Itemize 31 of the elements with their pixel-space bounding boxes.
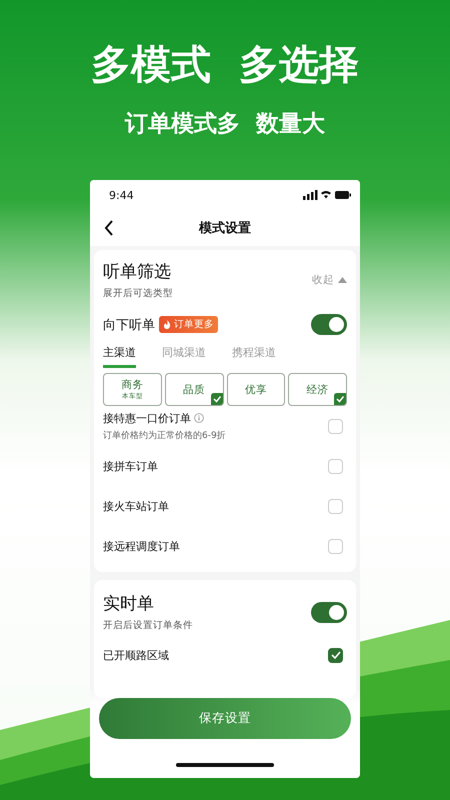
- headline: 多模式 多选择: [91, 42, 359, 88]
- toggle-switch[interactable]: [311, 314, 347, 335]
- check-icon: [210, 393, 222, 405]
- promo-badge: 订单更多: [159, 316, 218, 333]
- car-type-chip[interactable]: 品质: [164, 373, 224, 406]
- subheadline: 订单模式多 数量大: [124, 110, 325, 138]
- option-note: 订单价格约为正常价格的6-9折: [103, 430, 226, 442]
- car-type-chip[interactable]: 经济: [288, 373, 347, 406]
- info-icon[interactable]: [194, 413, 204, 423]
- car-type-chip[interactable]: 优享: [226, 373, 286, 406]
- back-icon[interactable]: [104, 220, 114, 236]
- channel-tab[interactable]: 主渠道: [103, 345, 136, 368]
- card-subtitle: 展开后可选类型: [103, 287, 173, 300]
- page-title: 模式设置: [199, 220, 251, 237]
- caret-up-icon: [338, 277, 347, 283]
- card-subtitle: 开启后设置订单条件: [103, 619, 193, 632]
- option-label: 接特惠一口价订单: [103, 410, 191, 426]
- card-title: 实时单: [103, 593, 155, 616]
- option-label: 接远程调度订单: [103, 538, 180, 554]
- checkbox[interactable]: [328, 648, 343, 662]
- option-label: 已开顺路区域: [103, 648, 169, 662]
- check-icon: [330, 651, 340, 659]
- status-time: 9:44: [109, 188, 134, 202]
- save-button[interactable]: 保存设置: [99, 698, 351, 739]
- check-icon: [334, 393, 346, 405]
- card-title: 听单筛选: [103, 261, 172, 284]
- option-label: 接火车站订单: [103, 498, 169, 514]
- toggle-switch[interactable]: [311, 602, 347, 622]
- listen-label: 向下听单: [103, 316, 155, 334]
- status-icons: [303, 190, 351, 200]
- option-label: 接拼车订单: [103, 458, 158, 474]
